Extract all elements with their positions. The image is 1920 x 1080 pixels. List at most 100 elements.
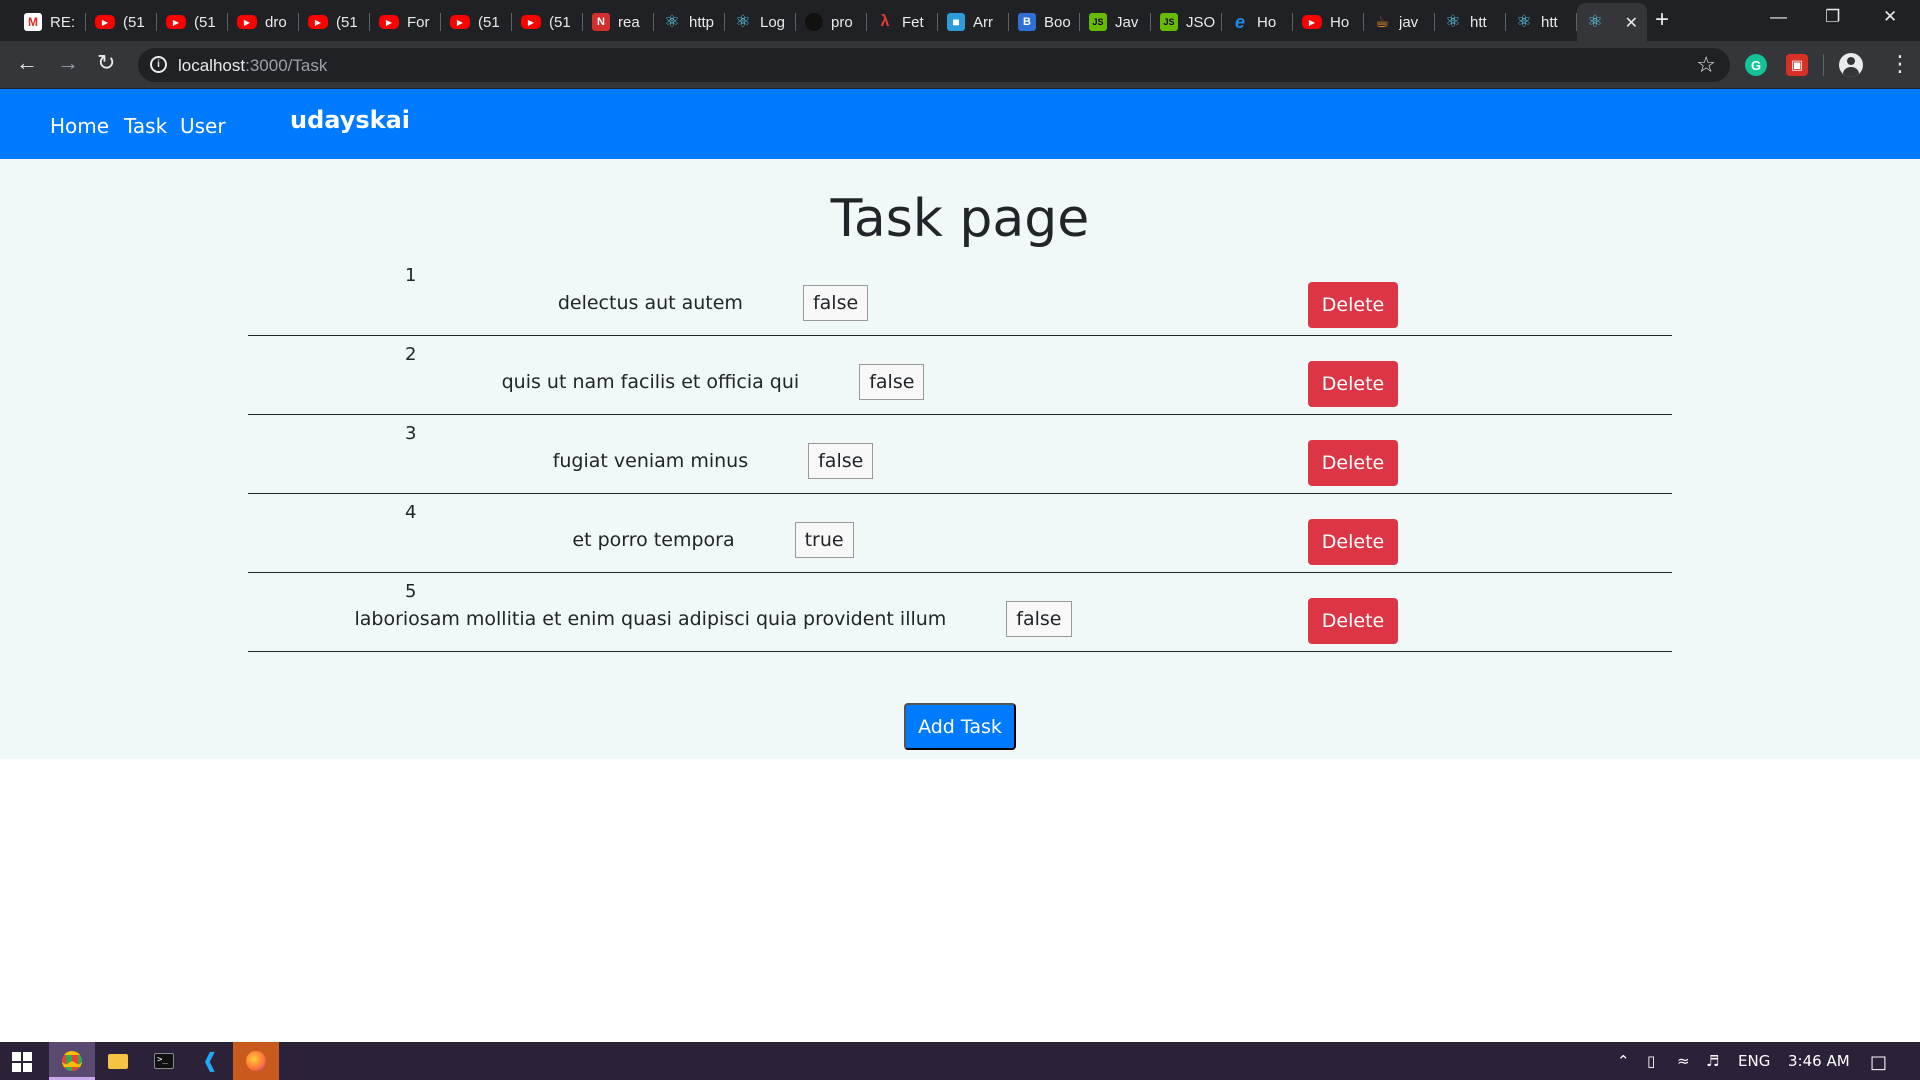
tab-active[interactable]: ⚛ ✕ <box>1577 3 1647 41</box>
task-text-wrap: delectus aut autem false <box>248 283 1672 323</box>
youtube-icon: ▶ <box>450 15 470 29</box>
browser-tab[interactable]: ☕ jav <box>1364 3 1435 41</box>
windows-taskbar: >_ ❰ ⌃ ▯ ≈ ♬ ENG 3:46 AM □ <box>0 1042 1920 1080</box>
battery-icon[interactable]: ▯ <box>1647 1052 1655 1070</box>
react-icon: ⚛ <box>1516 12 1532 31</box>
nav-user-link[interactable]: User <box>180 114 226 138</box>
red-bookmark-icon: N <box>592 13 610 31</box>
taskbar-terminal[interactable]: >_ <box>141 1042 187 1080</box>
url-text[interactable]: localhost:3000/Task <box>178 56 327 76</box>
taskbar-file-explorer[interactable] <box>95 1042 141 1080</box>
clock[interactable]: 3:46 AM <box>1788 1052 1850 1070</box>
taskbar-chrome[interactable] <box>49 1042 95 1080</box>
close-tab-icon[interactable]: ✕ <box>1625 13 1638 33</box>
task-text-wrap: et porro tempora true <box>248 520 1672 560</box>
minimize-icon[interactable]: — <box>1770 7 1787 27</box>
delete-task-button[interactable]: Delete <box>1308 282 1398 328</box>
task-title: delectus aut autem <box>557 292 743 314</box>
browser-tab[interactable]: ▶ Ho <box>1293 3 1364 41</box>
java-icon: ☕ <box>1374 14 1390 31</box>
page-icon: ■ <box>947 13 965 31</box>
forward-icon[interactable]: → <box>57 50 79 76</box>
browser-tab[interactable]: ⚛ htt <box>1506 3 1577 41</box>
windows-start-icon[interactable] <box>12 1052 32 1072</box>
browser-tab[interactable]: JS JSO <box>1151 3 1222 41</box>
language-indicator[interactable]: ENG <box>1738 1052 1770 1070</box>
youtube-icon: ▶ <box>521 15 541 29</box>
delete-task-button[interactable]: Delete <box>1308 361 1398 407</box>
tab-label: Ho <box>1330 13 1350 31</box>
nav-home-link[interactable]: Home <box>50 114 109 138</box>
task-row: 1 delectus aut autem false Delete <box>248 257 1672 336</box>
delete-task-button[interactable]: Delete <box>1308 519 1398 565</box>
grammarly-extension-icon[interactable]: G <box>1745 54 1767 76</box>
delete-task-button[interactable]: Delete <box>1308 598 1398 644</box>
browser-tab[interactable]: λ Fet <box>867 3 938 41</box>
bookmark-star-icon[interactable]: ☆ <box>1696 52 1716 78</box>
restore-icon[interactable]: ❐ <box>1825 7 1840 27</box>
browser-tab[interactable]: ▶ (51 <box>299 3 370 41</box>
task-list: 1 delectus aut autem false Delete 2 quis ut n… <box>248 257 1672 652</box>
back-icon[interactable]: ← <box>16 50 38 76</box>
browser-tab[interactable]: ▶ (51 <box>86 3 157 41</box>
nav-task-link[interactable]: Task <box>124 114 167 138</box>
browser-tab[interactable]: M RE: <box>15 3 86 41</box>
browser-tab[interactable]: ⚛ htt <box>1435 3 1506 41</box>
task-title: laboriosam mollitia et enim quasi adipis… <box>354 608 947 630</box>
profile-icon[interactable] <box>1839 53 1863 77</box>
edge-icon: e <box>1234 11 1245 32</box>
task-group: delectus aut autem false <box>557 283 869 323</box>
extension-icon[interactable]: ▣ <box>1786 54 1808 76</box>
chevron-up-icon[interactable]: ⌃ <box>1617 1052 1630 1070</box>
browser-tab[interactable]: B Boo <box>1009 3 1080 41</box>
browser-tab[interactable]: JS Jav <box>1080 3 1151 41</box>
github-icon <box>805 13 823 31</box>
tab-label: htt <box>1541 13 1558 31</box>
tab-label: htt <box>1470 13 1487 31</box>
reload-icon[interactable]: ↻ <box>97 50 115 76</box>
browser-tab[interactable]: ▶ (51 <box>512 3 583 41</box>
notification-icon[interactable]: □ <box>1870 1052 1887 1073</box>
new-tab-button[interactable]: + <box>1655 8 1669 32</box>
browser-tab[interactable]: ▶ For <box>370 3 441 41</box>
task-text-wrap: quis ut nam facilis et officia qui false <box>248 362 1672 402</box>
browser-tab[interactable]: ⚛ Log <box>725 3 796 41</box>
wifi-icon[interactable]: ≈ <box>1677 1052 1690 1070</box>
browser-tab[interactable]: ▶ (51 <box>157 3 228 41</box>
react-icon: ⚛ <box>664 12 680 31</box>
browser-tab[interactable]: Nrea <box>583 3 654 41</box>
task-status-badge: false <box>1006 601 1072 637</box>
task-title: quis ut nam facilis et officia qui <box>501 371 800 393</box>
task-group: quis ut nam facilis et officia qui false <box>502 362 925 402</box>
address-bar[interactable]: i localhost:3000/Task ☆ <box>138 48 1730 82</box>
delete-task-button[interactable]: Delete <box>1308 440 1398 486</box>
browser-tab[interactable]: pro <box>796 3 867 41</box>
taskbar-firefox[interactable] <box>233 1042 279 1080</box>
tab-strip: M RE: ▶ (51 ▶ (51 ▶ dro ▶ (51 ▶ For ▶ (51 ▶ (51 Nrea ⚛ htt… <box>0 0 1920 41</box>
kebab-menu-icon[interactable]: ⋮ <box>1889 51 1911 77</box>
task-status-badge: false <box>802 285 869 321</box>
app-navbar: Home Task User udayskai <box>0 89 1920 159</box>
task-title: fugiat veniam minus <box>552 450 749 472</box>
tab-label: rea <box>618 13 640 31</box>
browser-tab[interactable]: ▶ dro <box>228 3 299 41</box>
tab-label: Boo <box>1044 13 1071 31</box>
js-icon: JS <box>1089 13 1107 31</box>
volume-icon[interactable]: ♬ <box>1706 1052 1719 1070</box>
info-icon[interactable]: i <box>150 56 167 73</box>
browser-tab[interactable]: ■ Arr <box>938 3 1009 41</box>
task-row: 4 et porro tempora true Delete <box>248 494 1672 573</box>
browser-tab[interactable]: ▶ (51 <box>441 3 512 41</box>
firefox-icon <box>246 1051 266 1071</box>
bootstrap-icon: B <box>1018 13 1036 31</box>
taskbar-vscode[interactable]: ❰ <box>187 1042 233 1080</box>
tab-label: (51 <box>549 13 571 31</box>
youtube-icon: ▶ <box>166 15 186 29</box>
add-task-button[interactable]: Add Task <box>904 703 1016 750</box>
url-host: localhost <box>178 56 246 75</box>
browser-tab[interactable]: ⚛ http <box>654 3 725 41</box>
close-window-icon[interactable]: ✕ <box>1883 7 1897 27</box>
vscode-icon: ❰ <box>201 1050 219 1072</box>
browser-toolbar: ← → ↻ i localhost:3000/Task ☆ G ▣ ⋮ <box>0 41 1920 89</box>
browser-tab[interactable]: e Ho <box>1222 3 1293 41</box>
